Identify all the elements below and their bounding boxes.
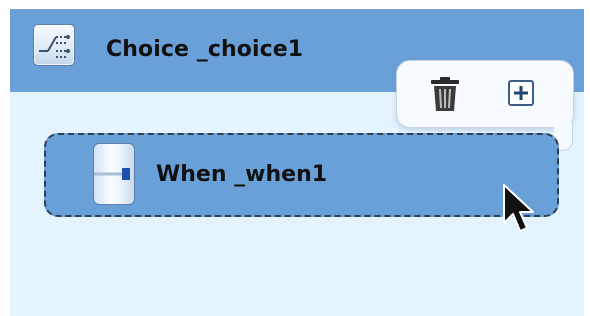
choice-title: Choice _choice1 (106, 37, 304, 62)
delete-button[interactable] (428, 76, 462, 112)
when-node[interactable]: When _when1 (44, 133, 559, 217)
when-title: When _when1 (156, 162, 328, 187)
trash-icon (431, 77, 459, 111)
add-button[interactable] (508, 80, 534, 106)
plus-icon (508, 80, 534, 106)
mouse-cursor-icon (502, 183, 536, 235)
canvas: Choice _choice1 When _when1 (0, 0, 590, 316)
choice-branch-icon (33, 24, 75, 66)
when-connector-icon (93, 143, 135, 205)
action-toolbar (396, 60, 574, 128)
